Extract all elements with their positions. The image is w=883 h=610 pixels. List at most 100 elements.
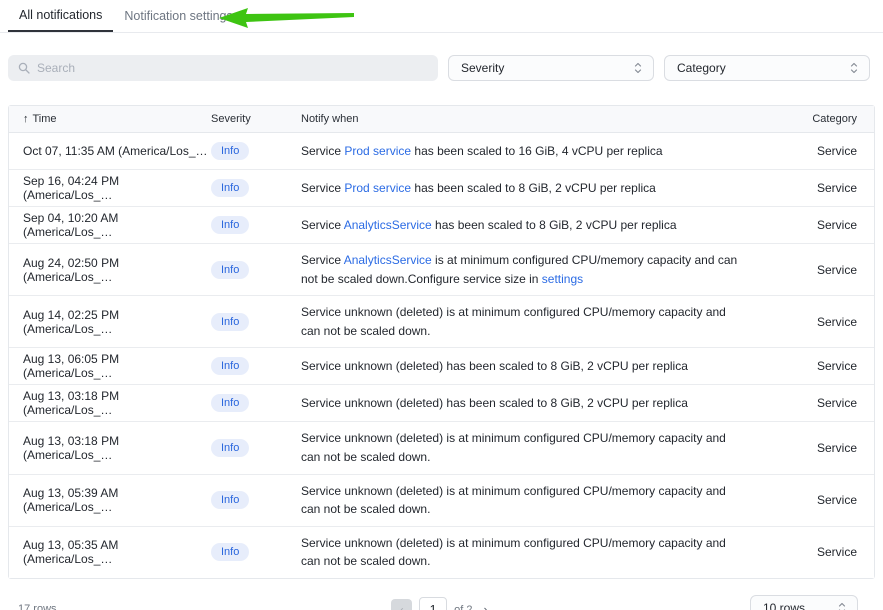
next-page-button[interactable]: › [480, 600, 492, 610]
cell-notify-when: Service unknown (deleted) is at minimum … [301, 422, 764, 473]
cell-severity: Info [211, 179, 301, 197]
table-row: Aug 13, 05:39 AM (America/Los_… Info Ser… [9, 475, 874, 527]
column-header-category: Category [764, 113, 874, 125]
table-footer: 17 rows ‹ of 2 › 10 rows [0, 591, 883, 610]
severity-select[interactable]: Severity [448, 55, 654, 81]
cell-notify-message: Service unknown (deleted) is at minimum … [301, 422, 743, 473]
cell-category: Service [764, 315, 874, 329]
filter-bar: Severity Category [0, 55, 883, 81]
cell-time: Aug 13, 03:18 PM (America/Los_… [9, 389, 211, 417]
select-chevrons-icon [837, 601, 847, 610]
cell-notify-when: Service unknown (deleted) is at minimum … [301, 475, 764, 526]
message-link[interactable]: settings [542, 272, 583, 286]
cell-time: Oct 07, 11:35 AM (America/Los_… [9, 144, 211, 158]
severity-badge: Info [211, 216, 249, 234]
cell-notify-message: Service AnalyticsService has been scaled… [301, 209, 743, 242]
severity-badge: Info [211, 394, 249, 412]
message-text: Service unknown (deleted) is at minimum … [301, 484, 726, 517]
message-text: Service unknown (deleted) is at minimum … [301, 431, 726, 464]
cell-time: Aug 24, 02:50 PM (America/Los_… [9, 256, 211, 284]
column-header-notify-when: Notify when [301, 113, 764, 125]
severity-badge: Info [211, 357, 249, 375]
table-row: Aug 13, 03:18 PM (America/Los_… Info Ser… [9, 422, 874, 474]
cell-notify-message: Service unknown (deleted) is at minimum … [301, 296, 743, 347]
message-link[interactable]: AnalyticsService [344, 253, 432, 267]
cell-notify-when: Service AnalyticsService is at minimum c… [301, 244, 764, 295]
message-link[interactable]: Prod service [344, 181, 411, 195]
tab-all-notifications[interactable]: All notifications [8, 0, 113, 32]
cell-category: Service [764, 493, 874, 507]
cell-notify-message: Service unknown (deleted) is at minimum … [301, 475, 743, 526]
search-box [8, 55, 438, 81]
severity-badge: Info [211, 179, 249, 197]
message-text: Service unknown (deleted) has been scale… [301, 396, 688, 410]
severity-badge: Info [211, 439, 249, 457]
cell-category: Service [764, 545, 874, 559]
category-select-label: Category [677, 61, 726, 75]
cell-time: Sep 16, 04:24 PM (America/Los_… [9, 174, 211, 202]
message-text: Service unknown (deleted) is at minimum … [301, 536, 726, 569]
column-header-time-label: Time [33, 113, 57, 125]
page-size-select[interactable]: 10 rows [750, 595, 858, 610]
column-header-time[interactable]: ↑ Time [9, 113, 211, 125]
message-text: Service unknown (deleted) has been scale… [301, 359, 688, 373]
cell-time: Aug 13, 03:18 PM (America/Los_… [9, 434, 211, 462]
table-row: Sep 04, 10:20 AM (America/Los_… Info Ser… [9, 207, 874, 244]
message-link[interactable]: AnalyticsService [344, 218, 432, 232]
cell-time: Sep 04, 10:20 AM (America/Los_… [9, 211, 211, 239]
cell-time: Aug 13, 06:05 PM (America/Los_… [9, 352, 211, 380]
cell-notify-when: Service unknown (deleted) has been scale… [301, 387, 764, 420]
cell-notify-when: Service unknown (deleted) is at minimum … [301, 527, 764, 578]
cell-severity: Info [211, 491, 301, 509]
cell-notify-message: Service AnalyticsService is at minimum c… [301, 244, 743, 295]
table-row: Aug 13, 06:05 PM (America/Los_… Info Ser… [9, 348, 874, 385]
message-text: has been scaled to 8 GiB, 2 vCPU per rep… [411, 181, 656, 195]
cell-category: Service [764, 144, 874, 158]
page-of-label: of 2 [454, 604, 472, 610]
message-text: has been scaled to 16 GiB, 4 vCPU per re… [411, 144, 662, 158]
page-size-label: 10 rows [763, 601, 805, 610]
table-row: Aug 14, 02:25 PM (America/Los_… Info Ser… [9, 296, 874, 348]
cell-severity: Info [211, 261, 301, 279]
category-select[interactable]: Category [664, 55, 870, 81]
previous-page-button[interactable]: ‹ [391, 599, 412, 610]
severity-badge: Info [211, 491, 249, 509]
cell-severity: Info [211, 439, 301, 457]
search-icon [18, 62, 30, 74]
cell-notify-when: Service AnalyticsService has been scaled… [301, 209, 764, 242]
cell-notify-when: Service Prod service has been scaled to … [301, 135, 764, 168]
message-text: Service [301, 144, 344, 158]
select-chevrons-icon [633, 61, 643, 75]
table-body: Oct 07, 11:35 AM (America/Los_… Info Ser… [9, 133, 874, 578]
sort-ascending-icon: ↑ [23, 113, 29, 125]
cell-severity: Info [211, 357, 301, 375]
cell-time: Aug 13, 05:39 AM (America/Los_… [9, 486, 211, 514]
cell-category: Service [764, 396, 874, 410]
message-text: Service [301, 181, 344, 195]
severity-badge: Info [211, 313, 249, 331]
table-row: Sep 16, 04:24 PM (America/Los_… Info Ser… [9, 170, 874, 207]
table-row: Aug 24, 02:50 PM (America/Los_… Info Ser… [9, 244, 874, 296]
cell-notify-message: Service unknown (deleted) is at minimum … [301, 527, 743, 578]
severity-select-label: Severity [461, 61, 504, 75]
severity-badge: Info [211, 261, 249, 279]
cell-notify-when: Service unknown (deleted) is at minimum … [301, 296, 764, 347]
cell-notify-when: Service Prod service has been scaled to … [301, 172, 764, 205]
cell-severity: Info [211, 394, 301, 412]
cell-time: Aug 13, 05:35 AM (America/Los_… [9, 538, 211, 566]
message-text: Service [301, 218, 344, 232]
cell-severity: Info [211, 313, 301, 331]
severity-badge: Info [211, 543, 249, 561]
cell-notify-when: Service unknown (deleted) has been scale… [301, 350, 764, 383]
message-link[interactable]: Prod service [344, 144, 411, 158]
cell-severity: Info [211, 543, 301, 561]
cell-category: Service [764, 441, 874, 455]
column-header-severity: Severity [211, 113, 301, 125]
cell-category: Service [764, 263, 874, 277]
cell-category: Service [764, 359, 874, 373]
cell-notify-message: Service unknown (deleted) has been scale… [301, 350, 743, 383]
cell-notify-message: Service unknown (deleted) has been scale… [301, 387, 743, 420]
page-number-input[interactable] [419, 597, 447, 610]
search-input[interactable] [37, 61, 428, 75]
tab-bar: All notifications Notification settings [0, 0, 883, 33]
